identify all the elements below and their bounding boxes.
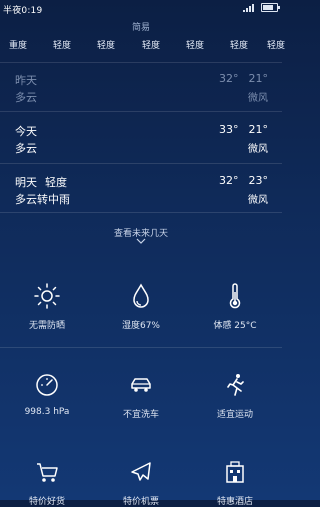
status-bar: 半夜0:19 [0, 0, 282, 16]
hourly-caption: 简易 [131, 23, 150, 33]
hourly-item: 轻度 [185, 41, 204, 51]
day-low: 21° [248, 123, 269, 136]
day-name: 今天 [15, 125, 37, 138]
day-aqi: 轻度 [45, 176, 67, 189]
day-low: 21° [248, 72, 269, 85]
divider [0, 62, 282, 63]
divider [0, 111, 282, 112]
day-high: 32° [219, 72, 239, 85]
running-icon [227, 374, 244, 396]
detail-label: 特惠酒店 [216, 497, 253, 507]
detail-humidity[interactable]: 湿度67% [94, 282, 188, 331]
day-high: 32° [219, 174, 239, 187]
detail-label: 不宜洗车 [122, 410, 159, 420]
detail-label: 998.3 hPa [24, 407, 70, 417]
detail-label: 特价好货 [28, 497, 65, 507]
detail-feels-like[interactable]: 体感 25°C [188, 282, 282, 331]
detail-exercise[interactable]: 适宜运动 [188, 371, 282, 420]
detail-label: 无需防晒 [28, 321, 65, 331]
divider [0, 163, 282, 164]
detail-label: 湿度67% [121, 321, 160, 331]
chevron-down-icon[interactable] [136, 238, 146, 245]
hourly-strip[interactable]: 重度 轻度 轻度 轻度 轻度 轻度 轻度 [0, 38, 285, 52]
detail-label: 特价机票 [122, 497, 159, 507]
day-high: 33° [219, 123, 239, 136]
car-icon [131, 378, 151, 392]
divider [0, 347, 282, 348]
detail-pressure[interactable]: 998.3 hPa [0, 371, 94, 417]
battery-icon [261, 3, 280, 12]
status-icons [243, 3, 280, 12]
detail-uv[interactable]: 无需防晒 [0, 282, 94, 331]
detail-label: 适宜运动 [216, 410, 253, 420]
day-wind: 微风 [248, 144, 268, 155]
pressure-gauge-icon [36, 374, 58, 396]
hourly-item: 轻度 [229, 41, 248, 51]
divider [0, 212, 282, 213]
day-name: 昨天 [15, 74, 37, 87]
day-condition: 多云 [15, 91, 37, 104]
day-temps: 33° 21° [219, 123, 268, 136]
shopping-cart-icon [37, 463, 58, 482]
hotel-icon [226, 461, 244, 483]
day-condition: 多云转中雨 [15, 193, 70, 206]
status-time: 半夜0:19 [3, 6, 43, 16]
sun-icon [34, 283, 60, 309]
day-name: 明天 [15, 176, 37, 189]
detail-car-wash[interactable]: 不宜洗车 [94, 371, 188, 420]
day-row-tomorrow[interactable]: 明天 轻度 多云转中雨 32° 23° 微风 [0, 174, 282, 222]
thermometer-icon [229, 283, 241, 309]
day-temps: 32° 23° [219, 174, 268, 187]
day-wind: 微风 [248, 93, 268, 104]
day-name-with-aqi: 明天 轻度 [15, 174, 67, 190]
hourly-item: 轻度 [141, 41, 160, 51]
detail-label: 体感 25°C [213, 321, 257, 331]
day-temps: 32° 21° [219, 72, 268, 85]
hourly-item: 轻度 [266, 41, 285, 51]
day-low: 23° [248, 174, 269, 187]
day-condition: 多云 [15, 142, 37, 155]
hourly-item: 轻度 [52, 41, 71, 51]
day-row-yesterday[interactable]: 昨天 多云 32° 21° 微风 [0, 72, 282, 120]
humidity-drop-icon [133, 283, 149, 308]
hourly-item: 重度 [8, 41, 27, 51]
signal-icon [243, 3, 257, 12]
airplane-icon [131, 462, 151, 481]
hourly-item: 轻度 [96, 41, 115, 51]
day-wind: 微风 [248, 195, 268, 206]
